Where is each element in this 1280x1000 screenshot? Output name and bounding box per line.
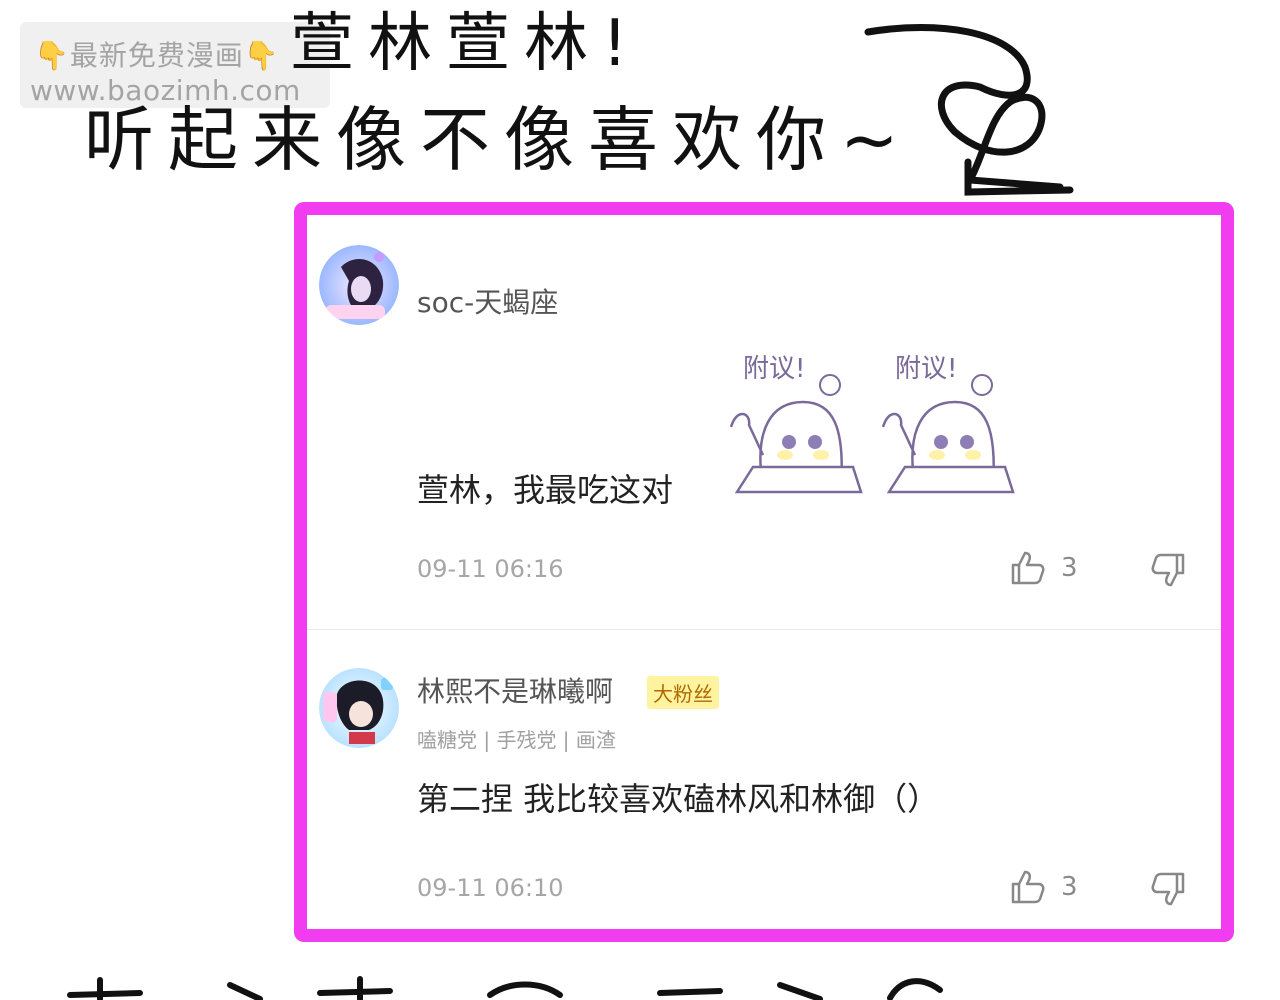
handwritten-bottom-strokes [67, 976, 823, 1000]
fan-badge: 大粉丝 [647, 676, 719, 709]
watermark-line1: 👇最新免费漫画👇 [34, 39, 280, 72]
handwritten-line-2: 听起来像不像喜欢你~ [84, 99, 913, 181]
thumbs-up-icon[interactable] [1007, 866, 1047, 906]
like-count: 3 [1061, 553, 1078, 583]
user-tags: 嗑糖党 | 手残党 | 画渣 [417, 728, 616, 752]
comment-item: soc-天蝎座 萱林，我最吃这对 附议! 附议! 09-11 06:16 3 [307, 215, 1221, 630]
comments-frame: soc-天蝎座 萱林，我最吃这对 附议! 附议! 09-11 06:16 3 林… [294, 202, 1234, 942]
comment-timestamp: 09-11 06:10 [417, 874, 564, 902]
sticker-caption: 附议! [743, 354, 805, 384]
avatar[interactable] [319, 668, 399, 748]
comment-text: 萱林，我最吃这对 [417, 471, 674, 509]
sticker-caption: 附议! [895, 354, 957, 384]
sticker-image-1: 附议! [729, 354, 863, 494]
sticker-image-2: 附议! [881, 354, 1015, 494]
handwritten-scribble-icon [887, 978, 943, 1000]
handwritten-line-1: 萱林萱林! [290, 7, 642, 81]
thumbs-down-icon[interactable] [1149, 870, 1189, 910]
comment-username[interactable]: soc-天蝎座 [417, 281, 558, 321]
thumbs-up-icon[interactable] [1007, 547, 1047, 587]
comment-timestamp: 09-11 06:16 [417, 555, 564, 583]
comment-text: 第二捏 我比较喜欢磕林风和林御（） [417, 780, 940, 818]
comment-username[interactable]: 林熙不是琳曦啊 [417, 670, 613, 710]
avatar[interactable] [319, 245, 399, 325]
comment-item: 林熙不是琳曦啊 大粉丝 嗑糖党 | 手残党 | 画渣 第二捏 我比较喜欢磕林风和… [307, 630, 1221, 940]
thumbs-down-icon[interactable] [1149, 551, 1189, 591]
handwritten-arrow-icon [864, 24, 1074, 196]
like-count: 3 [1061, 872, 1078, 902]
